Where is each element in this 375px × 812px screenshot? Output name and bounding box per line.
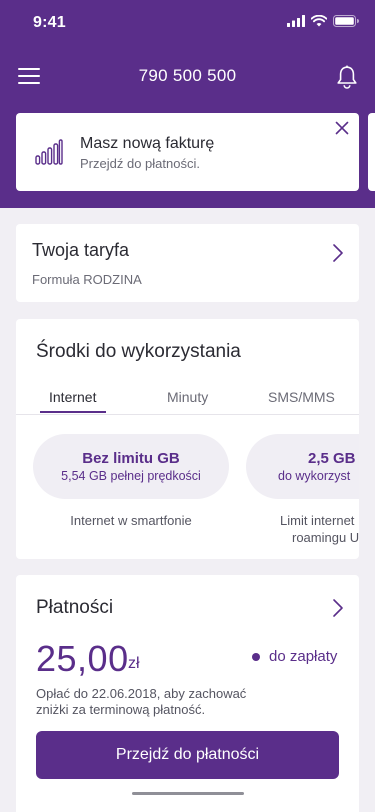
notification-subtitle: Przejdź do płatności.	[80, 156, 200, 171]
cellular-signal-icon	[287, 15, 305, 27]
resources-title: Środki do wykorzystania	[36, 341, 241, 362]
allowance-caption: Internet w smartfonie	[33, 512, 229, 529]
roaming-allowance-sub: do wykorzyst	[278, 469, 351, 483]
chevron-right-icon[interactable]	[332, 598, 344, 618]
go-to-payment-button[interactable]: Przejdź do płatności	[36, 731, 339, 779]
status-icons	[287, 15, 359, 27]
roaming-allowance-main: 2,5 GB	[308, 450, 356, 467]
tabs-divider	[16, 414, 359, 415]
status-dot	[252, 653, 260, 661]
tariff-title: Twoja taryfa	[32, 240, 130, 260]
payments-title: Płatności	[36, 597, 114, 618]
new-invoice-notification[interactable]: Masz nową fakturę Przejdź do płatności.	[16, 113, 359, 191]
next-notification-peek[interactable]	[368, 113, 375, 191]
roaming-caption-line-2: roamingu U	[292, 530, 359, 545]
allowance-sub: 5,54 GB pełnej prędkości	[61, 469, 201, 483]
payments-card: Płatności 25,00 zł do zapłaty Opłać do 2…	[16, 575, 359, 812]
notification-title: Masz nową fakturę	[80, 135, 215, 152]
payment-status-label: do zapłaty	[269, 648, 338, 665]
tab-internet[interactable]: Internet	[49, 389, 96, 405]
active-tab-indicator	[40, 411, 106, 413]
nav-bar: 790 500 500	[0, 56, 375, 96]
roaming-allowance-pill[interactable]: 2,5 GB do wykorzyst	[246, 434, 359, 499]
signal-bars-icon	[35, 139, 63, 165]
allowance-caption-line: Internet w smartfonie	[70, 513, 192, 528]
notifications-bell-icon[interactable]	[336, 65, 358, 89]
roaming-caption-line-1: Limit internet	[280, 513, 355, 528]
tariff-card[interactable]: Twoja taryfa Formuła RODZINA	[16, 224, 359, 302]
close-icon[interactable]	[335, 121, 349, 135]
data-allowance-pill[interactable]: Bez limitu GB 5,54 GB pełnej prędkości	[33, 434, 229, 499]
payment-note: Opłać do 22.06.2018, aby zachować zniżki…	[36, 686, 247, 717]
resources-card: Środki do wykorzystania Internet Minuty …	[16, 319, 359, 559]
chevron-right-icon	[333, 244, 343, 262]
status-bar: 9:41	[0, 0, 375, 44]
tab-sms-mms[interactable]: SMS/MMS	[268, 389, 335, 405]
payment-currency: zł	[128, 655, 140, 672]
wifi-icon	[311, 15, 327, 27]
payment-amount: 25,00	[36, 638, 129, 679]
status-time: 9:41	[33, 14, 66, 31]
battery-icon	[333, 15, 359, 27]
phone-number-title: 790 500 500	[138, 66, 237, 85]
allowance-main: Bez limitu GB	[82, 450, 180, 467]
roaming-allowance-caption: Limit internet roamingu U	[280, 512, 359, 546]
tariff-plan-name: Formuła RODZINA	[32, 272, 142, 287]
home-indicator	[132, 792, 244, 795]
tab-minutes[interactable]: Minuty	[167, 389, 208, 405]
